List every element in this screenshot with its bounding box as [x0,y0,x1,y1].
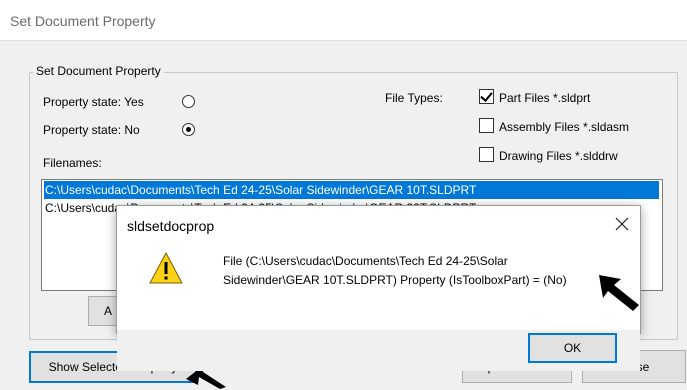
property-yes-label: Property state: Yes [43,95,144,109]
window-title: Set Document Property [10,13,156,29]
message-box-title-bar[interactable]: sldsetdocprop [117,206,640,244]
property-no-label: Property state: No [43,123,140,137]
filenames-label: Filenames: [43,156,102,170]
close-icon[interactable] [611,213,633,235]
drawing-files-label[interactable]: Drawing Files *.slddrw [499,149,618,163]
assembly-files-checkbox[interactable] [479,118,494,133]
file-types-label: File Types: [385,91,443,105]
ok-button[interactable]: OK [528,333,617,363]
message-box-content: File (C:\Users\cudac\Documents\Tech Ed 2… [117,244,640,371]
ok-label: OK [563,341,582,355]
message-line-1: File (C:\Users\cudac\Documents\Tech Ed 2… [223,254,508,268]
drawing-files-checkbox[interactable] [479,147,494,162]
list-item[interactable]: C:\Users\cudac\Documents\Tech Ed 24-25\S… [44,181,659,199]
hidden-button-label: A [103,304,112,318]
message-text: File (C:\Users\cudac\Documents\Tech Ed 2… [223,252,623,290]
message-box-title: sldsetdocprop [127,218,215,234]
message-box-footer: OK [117,330,640,371]
check-mark-icon [480,89,493,102]
assembly-files-label[interactable]: Assembly Files *.sldasm [499,120,629,134]
groupbox-label: Set Document Property [33,64,164,78]
part-files-checkbox[interactable] [479,89,494,104]
part-files-label[interactable]: Part Files *.sldprt [499,91,590,105]
window-title-bar[interactable]: Set Document Property [0,0,687,40]
warning-icon [149,252,183,284]
message-box: sldsetdocprop File (C:\Users\cudac\Docum… [116,205,641,371]
annotation-arrow-icon [599,275,639,311]
message-line-2: Sidewinder\GEAR 10T.SLDPRT) Property (Is… [223,273,567,287]
radio-selected-dot [186,127,191,132]
property-yes-radio[interactable] [182,95,195,108]
property-no-radio[interactable] [182,123,195,136]
